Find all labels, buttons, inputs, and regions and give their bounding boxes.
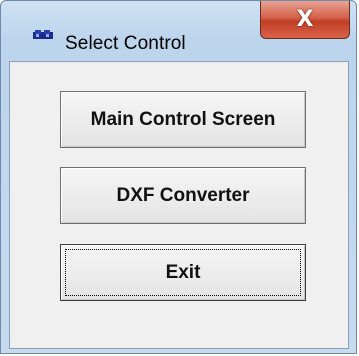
close-button[interactable]: X (260, 1, 350, 39)
exit-button[interactable]: Exit (60, 244, 306, 301)
title-bar[interactable]: Select Control X (1, 1, 356, 54)
dxf-converter-button[interactable]: DXF Converter (60, 167, 306, 224)
main-control-screen-label: Main Control Screen (90, 108, 276, 130)
dialog-window: Select Control X Main Control Screen DXF… (0, 0, 357, 354)
dialog-content: Main Control Screen DXF Converter Exit (9, 61, 349, 349)
exit-label: Exit (165, 261, 201, 283)
window-title: Select Control (65, 33, 186, 54)
dxf-converter-label: DXF Converter (116, 184, 250, 206)
close-icon: X (296, 6, 314, 32)
app-window-icon (32, 27, 54, 39)
main-control-screen-button[interactable]: Main Control Screen (60, 91, 306, 148)
